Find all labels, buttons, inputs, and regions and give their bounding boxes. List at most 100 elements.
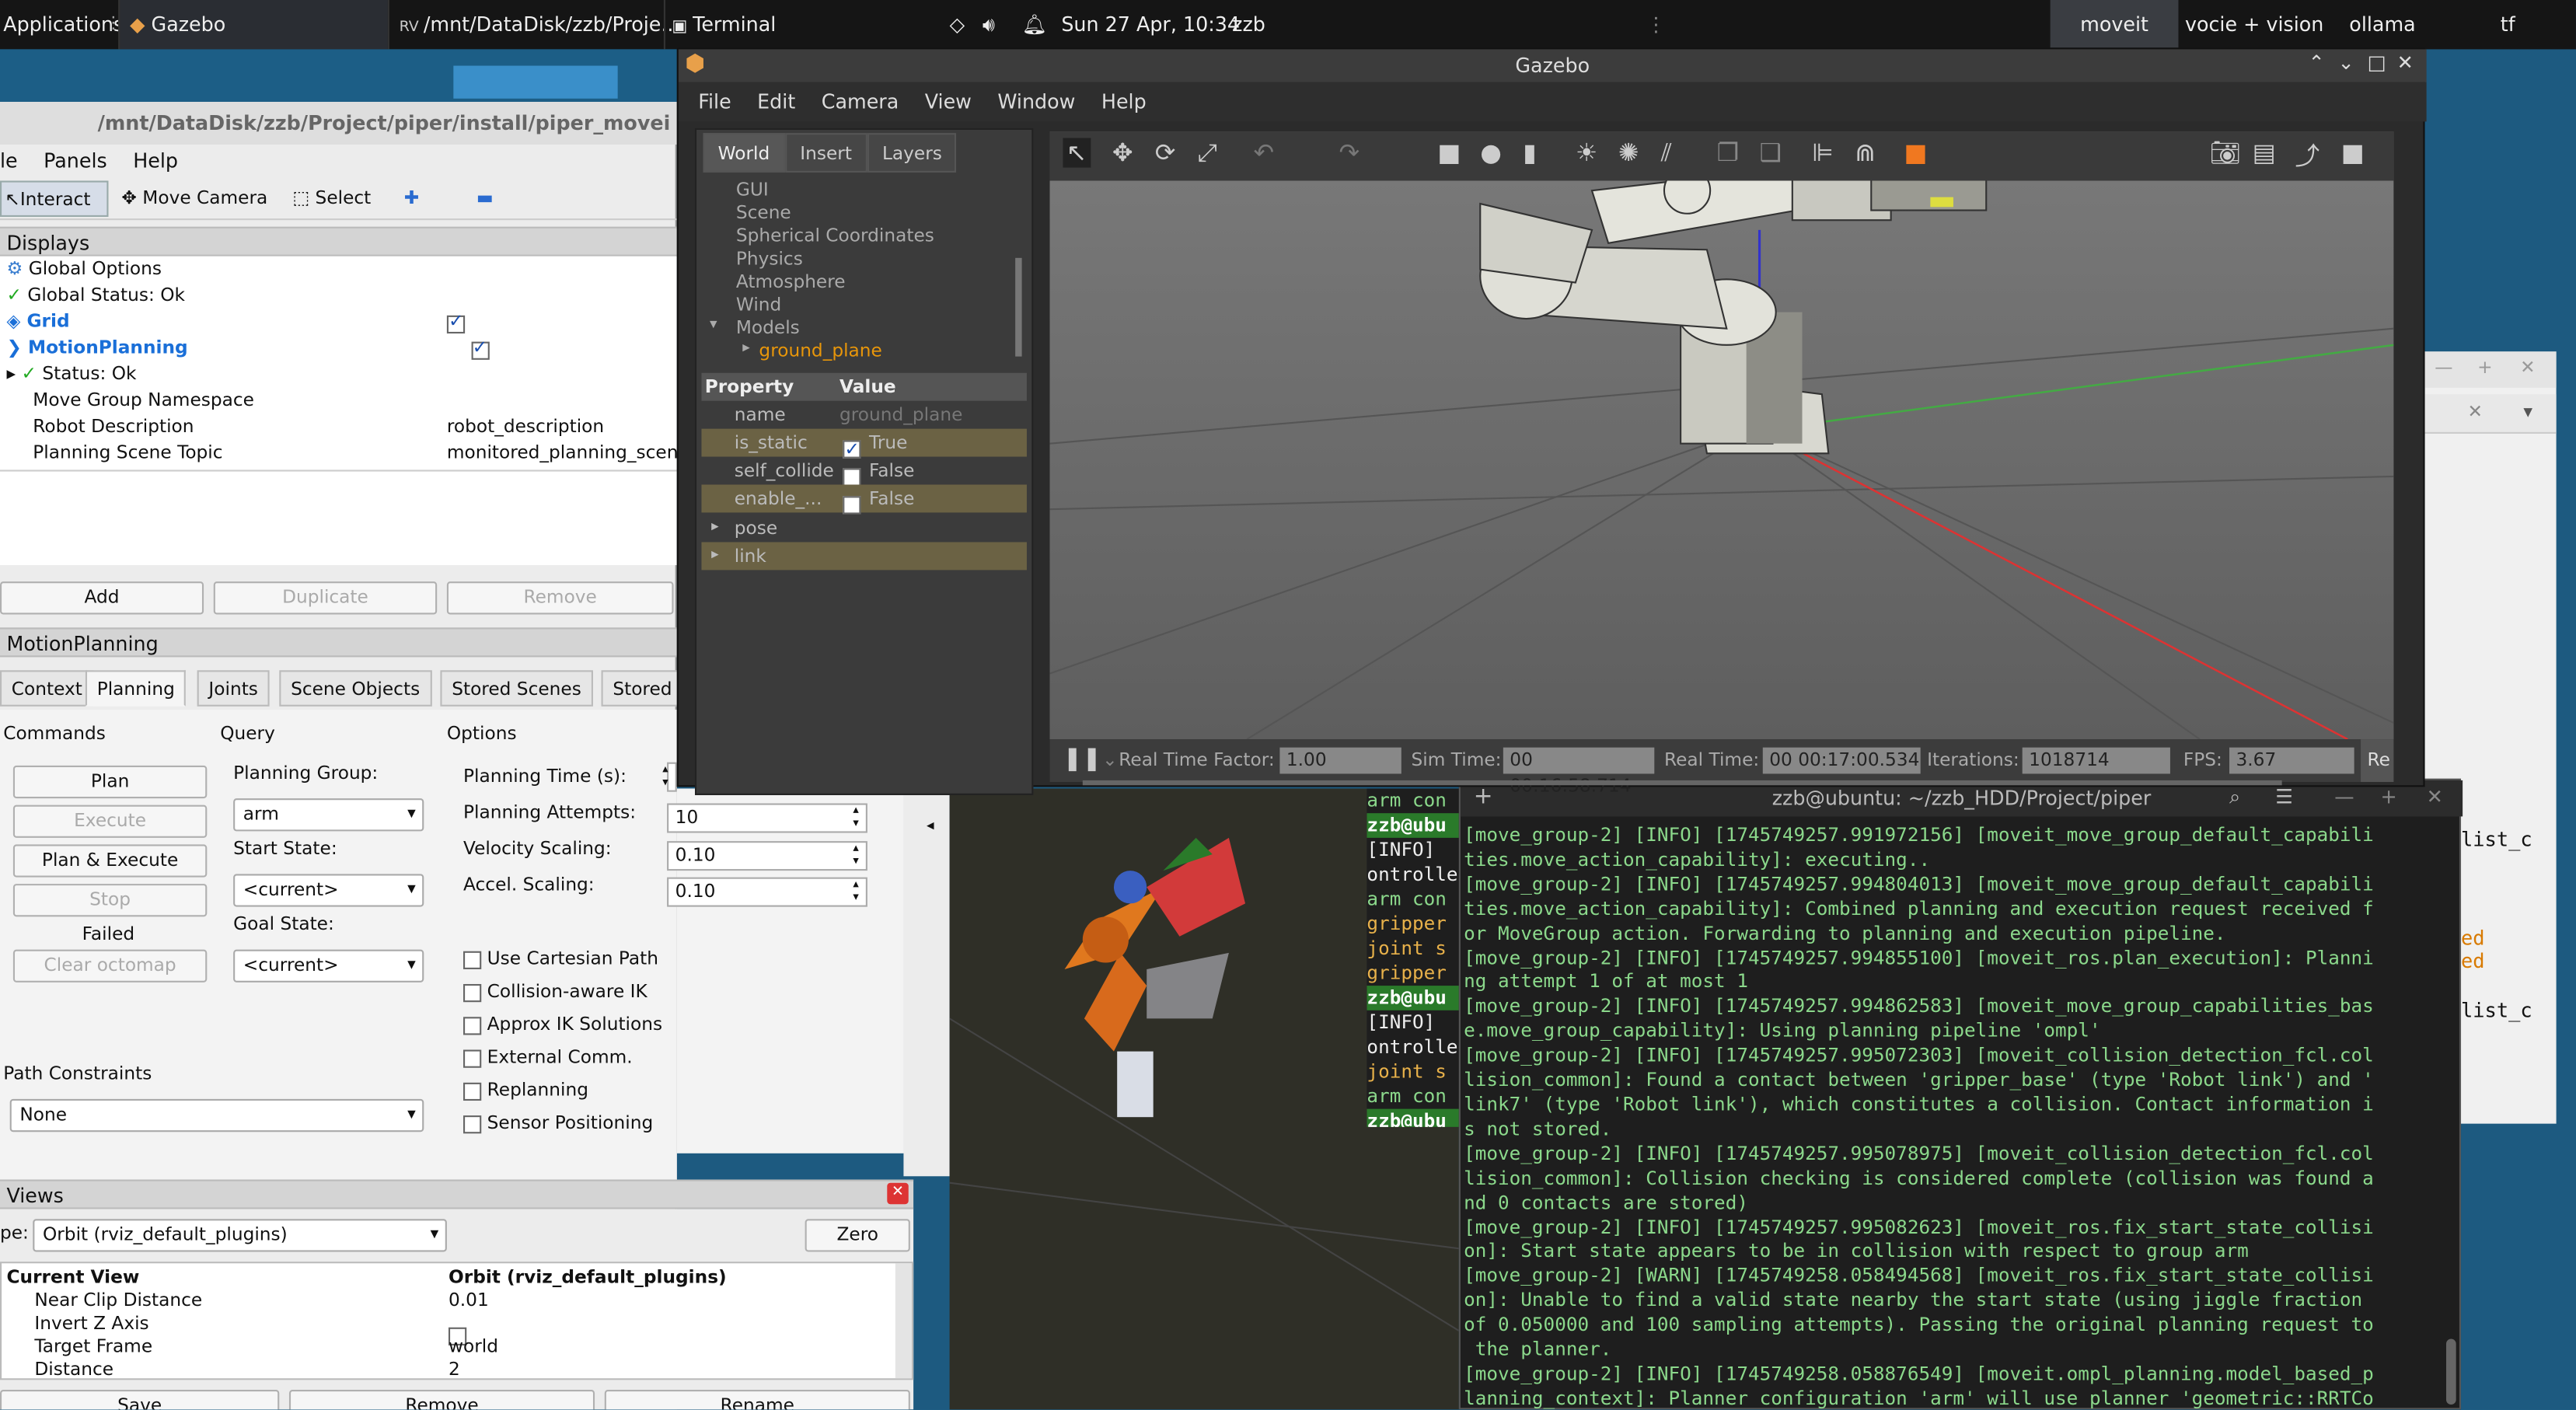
hamburger-menu-icon[interactable]: ☰ (2275, 785, 2293, 808)
undo-icon[interactable]: ↶ (1254, 138, 1275, 168)
menu-window[interactable]: Window (997, 82, 1075, 122)
tab-planning[interactable]: Planning (85, 670, 187, 707)
external-comm-option[interactable]: External Comm. (463, 1045, 633, 1071)
tree-models[interactable]: Models (736, 317, 800, 340)
path-constraints-select[interactable]: None (9, 1098, 424, 1133)
tab-joints[interactable]: Joints (197, 670, 270, 707)
workspace-vision[interactable]: vocie + vision (2185, 0, 2323, 49)
step-icon[interactable]: ⌄ (1102, 749, 1117, 770)
plan-button[interactable]: Plan (12, 765, 208, 799)
menu-help[interactable]: Help (133, 149, 178, 173)
terminal-scrollbar[interactable] (2446, 1338, 2456, 1405)
add-display-button[interactable]: Add (0, 581, 204, 615)
sensor-positioning-checkbox[interactable] (463, 1115, 482, 1133)
planning-time-input[interactable] (659, 762, 677, 792)
close-tab-icon[interactable]: ✕ (2467, 401, 2482, 422)
scale-icon[interactable]: ⤢ (1198, 138, 1217, 168)
rotate-icon[interactable]: ⟳ (1155, 138, 1176, 168)
rename-view-button[interactable]: Rename (604, 1390, 910, 1410)
distance-label[interactable]: Distance (34, 1357, 113, 1384)
terminal-window[interactable]: zzb@ubuntu: ~/zzb_HDD/Project/piper + ⌕ … (1458, 778, 2463, 1410)
menu-camera[interactable]: Camera (822, 82, 899, 122)
remove-view-button[interactable]: Remove (288, 1390, 595, 1410)
planning-scene-topic-value[interactable]: monitored_planning_scen (447, 440, 677, 466)
wifi-icon[interactable]: ◇ (950, 0, 965, 49)
tab-scene-objects[interactable]: Scene Objects (279, 670, 431, 707)
tree-physics[interactable]: Physics (736, 248, 803, 271)
is-static-checkbox[interactable] (843, 435, 861, 462)
maximize-icon[interactable]: □ (2368, 51, 2386, 75)
view-type-select[interactable]: Orbit (rviz_default_plugins) (33, 1219, 447, 1252)
collision-aware-ik-checkbox[interactable] (463, 982, 482, 1002)
distance-value[interactable]: 2 (449, 1357, 460, 1384)
maximize-icon[interactable]: + (2477, 357, 2492, 378)
tree-scene[interactable]: Scene (736, 202, 791, 225)
tree-atmosphere[interactable]: Atmosphere (736, 271, 846, 295)
replanning-checkbox[interactable] (463, 1081, 482, 1100)
pause-icon[interactable]: ❚❚ (1063, 746, 1101, 773)
tab-insert[interactable]: Insert (785, 133, 867, 173)
velocity-scaling-input[interactable]: 0.10 (667, 841, 867, 871)
display-status[interactable]: ▸ ✓ Status: Ok (6, 361, 136, 388)
screenshot-icon[interactable]: 📷︎ (2210, 138, 2241, 168)
planning-group-select[interactable]: arm (233, 798, 424, 832)
close-icon[interactable]: ✕ (2397, 51, 2414, 75)
select-tool[interactable]: ⬚ Select (292, 180, 371, 216)
near-clip-value[interactable]: 0.01 (449, 1288, 489, 1314)
interact-tool[interactable]: ↖Interact (0, 180, 109, 217)
tab-world[interactable]: World (703, 133, 785, 173)
record-video-icon[interactable]: ■ (2341, 138, 2365, 168)
volume-icon[interactable]: 🔊︎ (983, 0, 995, 49)
tree-wind[interactable]: Wind (736, 294, 781, 317)
prop-self-collide[interactable]: self_collide False (701, 457, 1026, 486)
menu-panels[interactable]: Panels (44, 149, 107, 173)
clock[interactable]: Sun 27 Apr, 10:34 (1061, 0, 1240, 49)
redo-icon[interactable]: ↷ (1339, 138, 1360, 168)
copy-icon[interactable]: ❐ (1717, 138, 1739, 168)
tab-context[interactable]: Context (0, 670, 94, 707)
snap-icon[interactable]: ⋒ (1855, 138, 1876, 168)
sphere-shape-icon[interactable]: ● (1480, 138, 1502, 168)
reset-time-button[interactable]: Re (2361, 739, 2394, 783)
cartesian-path-option[interactable]: Use Cartesian Path (463, 946, 658, 972)
task-gazebo[interactable]: ◆ Gazebo (118, 0, 388, 50)
approx-ik-checkbox[interactable] (463, 1016, 482, 1035)
self-collide-checkbox[interactable] (843, 467, 861, 486)
select-mode-icon[interactable]: ↖ (1063, 138, 1091, 168)
save-view-button[interactable]: Save (0, 1390, 280, 1410)
enable-wind-checkbox[interactable] (843, 495, 861, 514)
stop-button[interactable]: Stop (12, 884, 208, 917)
move-camera-tool[interactable]: ✥ Move Camera (121, 180, 267, 216)
prop-is-static[interactable]: is_static True (701, 428, 1027, 462)
search-icon[interactable]: ⌕ (2229, 785, 2240, 810)
minimize-icon[interactable]: — (2435, 357, 2452, 378)
tab-stored-states[interactable]: Stored (601, 670, 684, 707)
grid-enabled-checkbox[interactable] (446, 309, 466, 333)
menu-file[interactable]: File (698, 82, 731, 122)
menu-file[interactable]: le (0, 149, 18, 173)
cylinder-shape-icon[interactable]: ▮ (1523, 138, 1536, 168)
close-icon[interactable]: ✕ (2427, 785, 2443, 808)
planning-attempts-input[interactable]: 10 (667, 803, 867, 833)
box-shape-icon[interactable]: ■ (1437, 138, 1461, 168)
log-icon[interactable]: ▤ (2253, 138, 2276, 168)
minimize-icon[interactable]: ⌄ (2338, 51, 2354, 75)
clear-octomap-button[interactable]: Clear octomap (12, 949, 208, 982)
close-icon[interactable]: ✕ (2520, 357, 2535, 378)
sensor-positioning-option[interactable]: Sensor Positioning (463, 1111, 653, 1137)
gazebo-hscrollbar[interactable] (1082, 780, 2282, 786)
collapse-arrow-icon[interactable]: ◂ (927, 818, 934, 835)
tab-stored-scenes[interactable]: Stored Scenes (440, 670, 593, 707)
spot-light-icon[interactable]: ✺ (1618, 138, 1639, 168)
menu-help[interactable]: Help (1101, 82, 1147, 122)
tree-ground-plane[interactable]: ground_plane (759, 340, 881, 363)
prop-planning-scene-topic[interactable]: Planning Scene Topic (33, 440, 222, 466)
display-global-status[interactable]: ✓ Global Status: Ok (6, 283, 185, 309)
tab-layers[interactable]: Layers (867, 133, 957, 173)
execute-button[interactable]: Execute (12, 804, 208, 838)
prop-robot-description[interactable]: Robot Description (33, 414, 194, 441)
group-link[interactable]: ▸ link (701, 542, 1027, 571)
tree-spherical-coordinates[interactable]: Spherical Coordinates (736, 225, 934, 249)
minimize-icon[interactable]: — (2334, 785, 2354, 808)
prop-name[interactable]: name ground_plane (701, 401, 1026, 429)
